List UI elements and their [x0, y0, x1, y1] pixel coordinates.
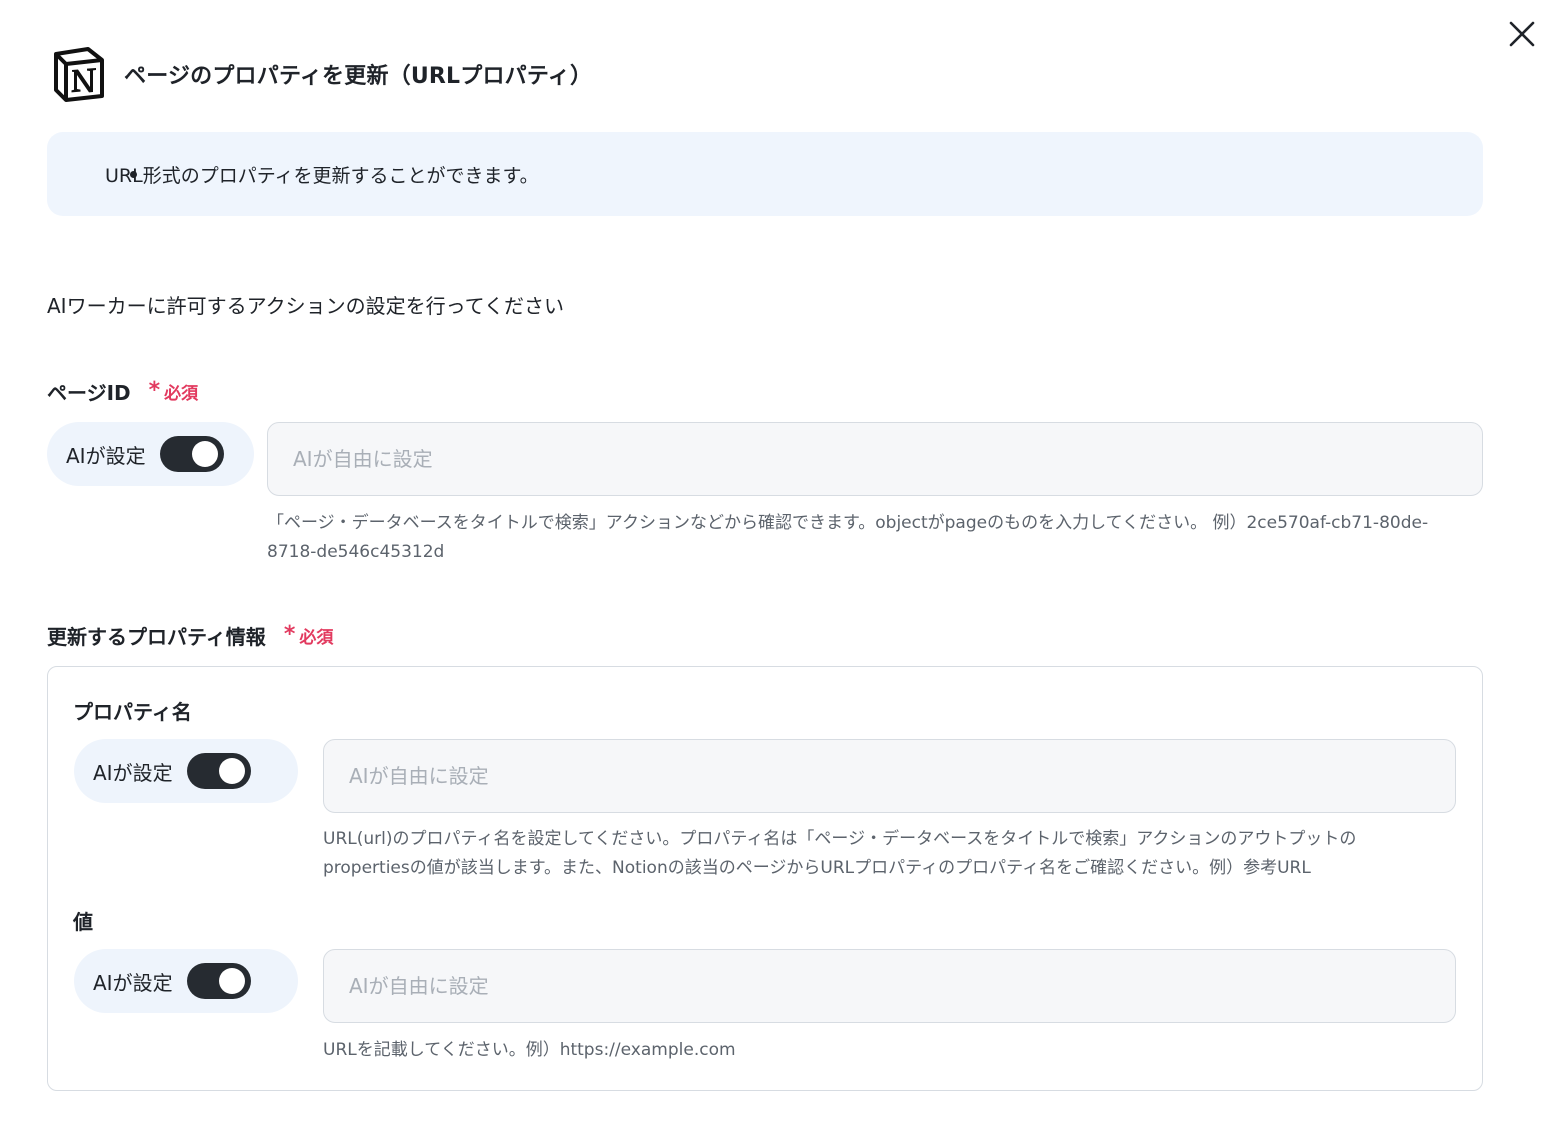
- asterisk-icon: *: [283, 622, 296, 647]
- toggle-knob: [218, 758, 245, 784]
- value-ai-toggle[interactable]: [186, 963, 251, 999]
- page-id-label: ページID * 必須: [47, 378, 199, 405]
- toggle-knob: [191, 441, 218, 467]
- asterisk-icon: *: [148, 378, 161, 403]
- bullet-icon: [130, 171, 137, 178]
- notion-logo-icon: [52, 46, 106, 102]
- close-button[interactable]: [1506, 18, 1538, 50]
- ai-toggle-label: AIが設定: [93, 970, 173, 995]
- page-id-ai-toggle[interactable]: [159, 436, 224, 472]
- close-icon: [1509, 21, 1535, 47]
- toggle-knob: [218, 968, 245, 994]
- info-box: URL形式のプロパティを更新することができます。: [47, 132, 1483, 216]
- value-help: URLを記載してください。例）https://example.com: [323, 1040, 736, 1060]
- property-name-ai-toggle[interactable]: [186, 753, 251, 789]
- page-id-input[interactable]: [267, 422, 1483, 496]
- info-item: URL形式のプロパティを更新することができます。: [105, 164, 539, 187]
- required-badge: * 必須: [148, 378, 199, 404]
- property-name-help: URL(url)のプロパティ名を設定してください。プロパティ名は「ページ・データ…: [323, 829, 1357, 878]
- required-badge: * 必須: [283, 622, 334, 648]
- ai-toggle-label: AIが設定: [66, 443, 146, 468]
- intro-text: AIワーカーに許可するアクションの設定を行ってください: [47, 294, 564, 318]
- modal-header: ページのプロパティを更新（URLプロパティ）: [52, 46, 592, 102]
- ai-toggle-label: AIが設定: [93, 760, 173, 785]
- properties-label: 更新するプロパティ情報 * 必須: [47, 622, 334, 649]
- property-name-input[interactable]: [323, 739, 1456, 813]
- value-label: 値: [73, 910, 93, 934]
- property-name-label: プロパティ名: [73, 700, 192, 724]
- value-input[interactable]: [323, 949, 1456, 1023]
- property-name-ai-toggle-pill: AIが設定: [74, 739, 298, 803]
- page-title: ページのプロパティを更新（URLプロパティ）: [124, 64, 593, 89]
- value-ai-toggle-pill: AIが設定: [74, 949, 298, 1013]
- page-id-help: 「ページ・データベースをタイトルで検索」アクションなどから確認できます。obje…: [267, 513, 1429, 562]
- page-id-ai-toggle-pill: AIが設定: [47, 422, 254, 486]
